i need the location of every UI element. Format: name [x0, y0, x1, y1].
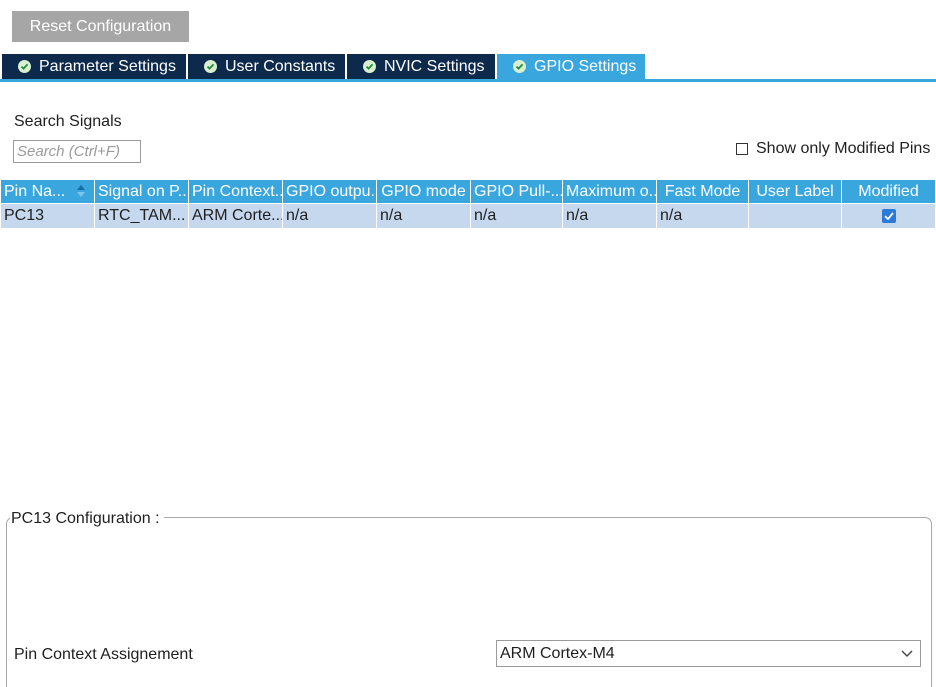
tab-label: User Constants — [225, 57, 336, 75]
cell-pin-name: PC13 — [1, 204, 94, 228]
configuration-group-title: PC13 Configuration : — [10, 510, 164, 528]
cell-gpio-pull: n/a — [471, 204, 562, 228]
tab-gpio-settings[interactable]: GPIO Settings — [497, 54, 645, 79]
cell-signal: RTC_TAM... — [95, 204, 188, 228]
chevron-down-icon[interactable] — [901, 648, 913, 658]
check-circle-icon — [204, 60, 217, 73]
cell-gpio-output: n/a — [283, 204, 376, 228]
table-row[interactable]: PC13 RTC_TAM... ARM Corte... n/a n/a n/a… — [1, 204, 936, 228]
column-header-user-label[interactable]: User Label — [749, 180, 841, 203]
check-circle-icon — [18, 60, 31, 73]
pin-context-selected-value: ARM Cortex-M4 — [500, 645, 615, 662]
search-signals-label: Search Signals — [14, 113, 122, 130]
check-circle-icon — [363, 60, 376, 73]
column-header-gpio-output[interactable]: GPIO outpu... — [283, 180, 376, 203]
column-header-maximum-output-speed[interactable]: Maximum o... — [563, 180, 656, 203]
tab-label: GPIO Settings — [534, 57, 637, 75]
tab-label: NVIC Settings — [384, 57, 485, 75]
tab-label: Parameter Settings — [39, 57, 176, 75]
tab-parameter-settings[interactable]: Parameter Settings — [2, 54, 186, 79]
column-header-gpio-pull[interactable]: GPIO Pull-... — [471, 180, 562, 203]
tab-nvic-settings[interactable]: NVIC Settings — [347, 54, 495, 79]
tab-bar: Parameter Settings User Constants NVIC S… — [0, 54, 936, 82]
checkbox-label: Show only Modified Pins — [756, 140, 931, 157]
column-header-fast-mode[interactable]: Fast Mode — [657, 180, 748, 203]
cell-modified — [842, 204, 935, 228]
checkbox-box[interactable] — [736, 143, 748, 155]
cell-fast-mode: n/a — [657, 204, 748, 228]
column-header-signal[interactable]: Signal on P... — [95, 180, 188, 203]
tab-user-constants[interactable]: User Constants — [188, 54, 345, 79]
cell-gpio-mode: n/a — [377, 204, 470, 228]
table-header: Pin Na... Signal on P... Pin Context... … — [1, 180, 936, 203]
show-only-modified-pins-checkbox[interactable]: Show only Modified Pins — [736, 140, 930, 158]
search-input[interactable] — [13, 140, 141, 163]
tab-underline — [0, 79, 936, 82]
cell-maximum-output-speed: n/a — [563, 204, 656, 228]
column-header-modified[interactable]: Modified — [842, 180, 935, 203]
modified-checkbox-icon — [881, 209, 896, 223]
column-header-pin-context[interactable]: Pin Context... — [189, 180, 282, 203]
column-header-gpio-mode[interactable]: GPIO mode — [377, 180, 470, 203]
check-circle-icon — [513, 60, 526, 73]
sort-ascending-icon[interactable] — [76, 184, 86, 198]
column-header-pin-name[interactable]: Pin Na... — [1, 180, 94, 203]
pin-context-assignment-label: Pin Context Assignement — [14, 646, 193, 663]
cell-pin-context: ARM Corte... — [189, 204, 282, 228]
pin-context-assignment-select[interactable]: ARM Cortex-M4 — [496, 640, 921, 667]
reset-configuration-button[interactable]: Reset Configuration — [12, 11, 189, 42]
cell-user-label[interactable] — [749, 204, 841, 228]
